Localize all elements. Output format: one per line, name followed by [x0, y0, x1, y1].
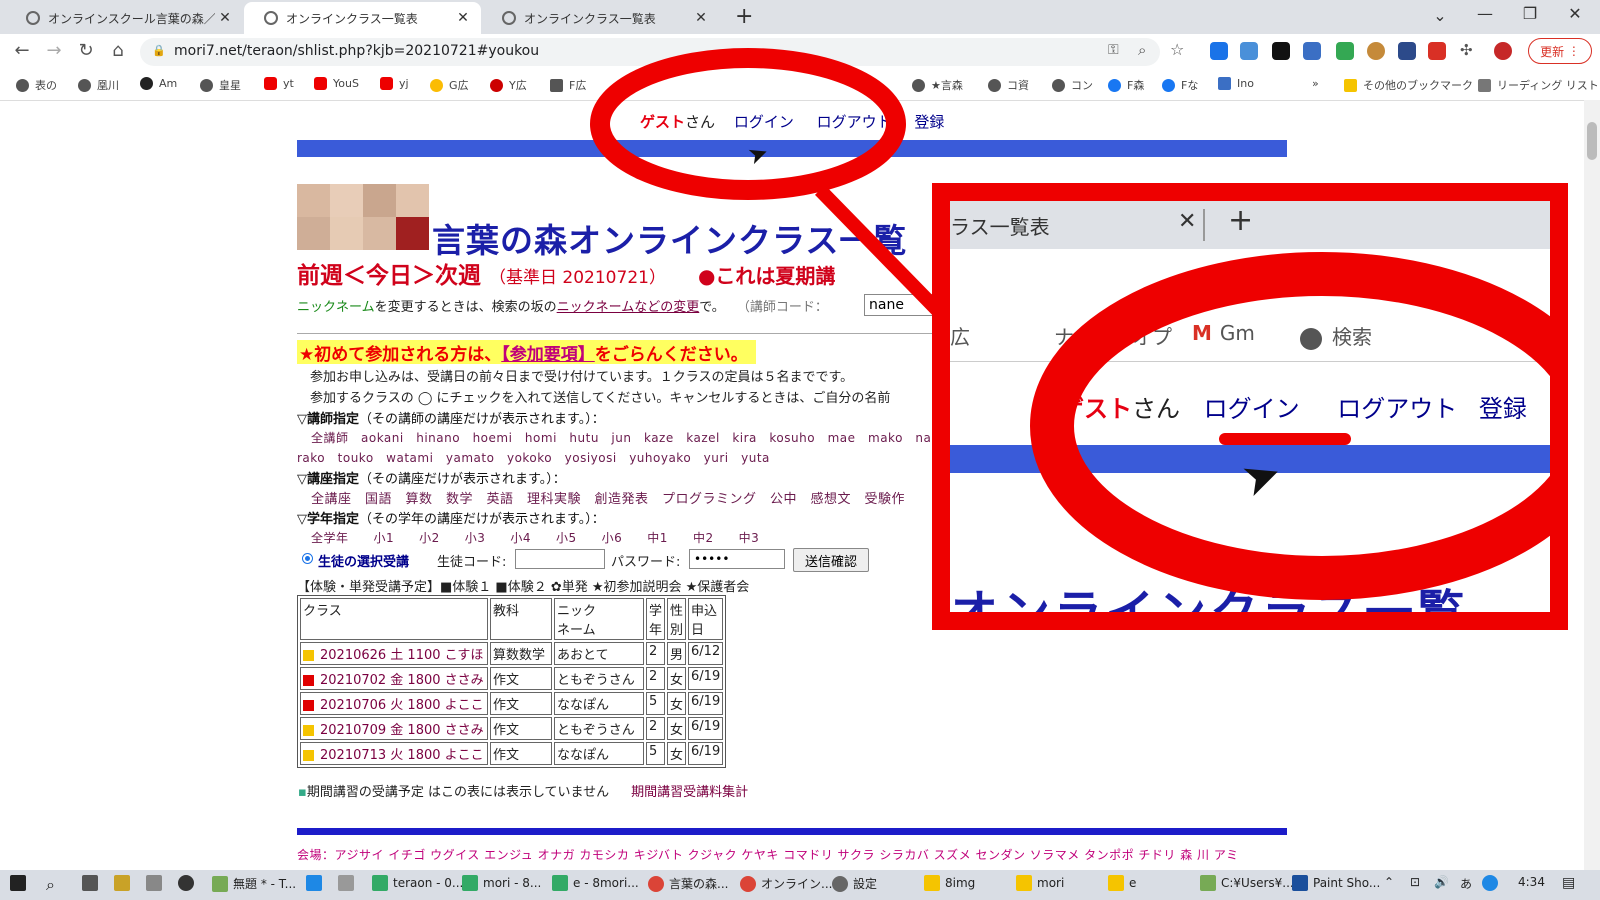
ie-icon[interactable]: [306, 875, 327, 891]
clock[interactable]: 4:34: [1518, 875, 1545, 889]
volume-icon[interactable]: 🔊: [1434, 875, 1449, 889]
taskbar-label: C:¥Users¥...: [1221, 876, 1294, 890]
taskbar-label: 言葉の森...: [669, 877, 729, 891]
ime-icon[interactable]: あ: [1460, 875, 1472, 892]
taskbar-label: 設定: [853, 877, 878, 891]
taskbar-item[interactable]: 無題 * - T...: [212, 875, 296, 892]
zoom-highlight-svg: [1030, 252, 1550, 600]
taskbar-label: e: [1129, 876, 1137, 890]
taskbar-item[interactable]: オンライン...: [740, 875, 832, 892]
app-icon[interactable]: [178, 875, 199, 891]
taskbar-item[interactable]: 設定: [832, 875, 877, 892]
app-icon[interactable]: [146, 875, 167, 891]
search-icon[interactable]: ⌕: [46, 875, 55, 895]
taskbar-label: 8img: [945, 876, 976, 890]
taskbar-item[interactable]: Paint Sho...: [1292, 875, 1380, 891]
taskbar-item[interactable]: 8img: [924, 875, 975, 891]
app-icon[interactable]: [338, 875, 359, 891]
taskbar-label: オンライン...: [761, 877, 833, 891]
taskbar-item[interactable]: 言葉の森...: [648, 875, 728, 892]
taskbar-item[interactable]: mori - 8...: [462, 875, 541, 891]
taskbar-label: mori: [1037, 876, 1065, 890]
zoom-inset: ラス一覧表 ✕ + 広 ナ オプ M Gm 検索 ゲストさん ログイン ログアウト…: [932, 183, 1568, 630]
taskbar-item[interactable]: mori: [1016, 875, 1064, 891]
taskbar-label: teraon - 0...: [393, 876, 464, 890]
taskbar-label: 無題 * - T...: [233, 877, 297, 891]
start-icon[interactable]: [10, 875, 26, 891]
taskbar-label: Paint Sho...: [1313, 876, 1381, 890]
app-icon[interactable]: [82, 875, 103, 891]
app-icon[interactable]: [114, 875, 135, 891]
scrollbar[interactable]: [1584, 100, 1600, 870]
network-icon[interactable]: ⊡: [1410, 875, 1420, 889]
taskbar-label: mori - 8...: [483, 876, 542, 890]
chevron-up-icon[interactable]: ⌃: [1384, 875, 1394, 889]
notification-icon[interactable]: ▤: [1562, 875, 1575, 891]
scrollbar-thumb[interactable]: [1587, 122, 1597, 160]
app-icon[interactable]: [1482, 875, 1503, 891]
taskbar-item[interactable]: e - 8mori...: [552, 875, 639, 891]
taskbar-item[interactable]: e: [1108, 875, 1136, 891]
magnifier-ring: [590, 48, 906, 200]
taskbar-label: e - 8mori...: [573, 876, 639, 890]
taskbar-item[interactable]: C:¥Users¥...: [1200, 875, 1294, 891]
zoom-highlight-ring: [1030, 252, 1550, 600]
magnifier-handle: [814, 185, 951, 323]
taskbar-item[interactable]: teraon - 0...: [372, 875, 463, 891]
